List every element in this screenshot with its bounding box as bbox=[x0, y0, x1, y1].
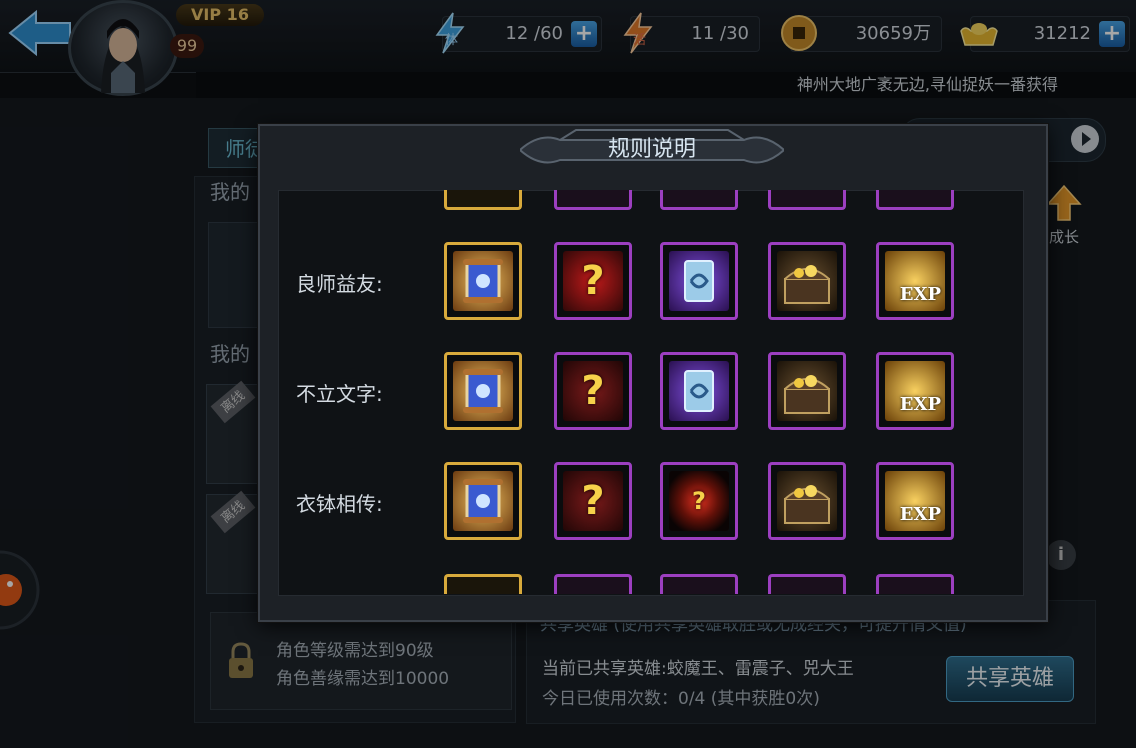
partial-item bbox=[660, 574, 738, 594]
row-label: 不立文字: bbox=[296, 382, 383, 406]
exp-icon: EXP bbox=[885, 361, 945, 421]
mystery-hero-item[interactable]: ? bbox=[554, 462, 632, 540]
exp-icon: EXP bbox=[885, 251, 945, 311]
scroll-item[interactable] bbox=[444, 242, 522, 320]
exp-icon: EXP bbox=[885, 471, 945, 531]
scroll-item[interactable] bbox=[444, 352, 522, 430]
exp-item[interactable]: EXP bbox=[876, 462, 954, 540]
partial-item bbox=[660, 190, 738, 210]
treasure-chest-icon bbox=[777, 251, 837, 311]
scroll-icon bbox=[453, 361, 513, 421]
partial-item bbox=[554, 574, 632, 594]
talisman-icon bbox=[669, 361, 729, 421]
mystery-hero-icon: ? bbox=[563, 471, 623, 531]
scroll-item[interactable] bbox=[444, 462, 522, 540]
mystery-hero-icon: ? bbox=[563, 361, 623, 421]
partial-item bbox=[768, 574, 846, 594]
talisman-item[interactable] bbox=[660, 352, 738, 430]
treasure-chest-item[interactable] bbox=[768, 242, 846, 320]
mystery-hero-icon: ? bbox=[563, 251, 623, 311]
treasure-chest-icon bbox=[777, 361, 837, 421]
exp-item[interactable]: EXP bbox=[876, 242, 954, 320]
row-label: 良师益友: bbox=[296, 272, 383, 296]
treasure-chest-icon bbox=[777, 471, 837, 531]
partial-item bbox=[876, 574, 954, 594]
mystery-hero-item[interactable]: ? bbox=[554, 242, 632, 320]
dialog-title: 规则说明 bbox=[607, 137, 696, 162]
treasure-chest-item[interactable] bbox=[768, 352, 846, 430]
talisman-icon bbox=[669, 251, 729, 311]
partial-item bbox=[444, 574, 522, 594]
partial-item bbox=[444, 190, 522, 210]
treasure-chest-item[interactable] bbox=[768, 462, 846, 540]
exp-item[interactable]: EXP bbox=[876, 352, 954, 430]
mystery-hero-item[interactable]: ? bbox=[554, 352, 632, 430]
mystery-orb-item[interactable]: ? bbox=[660, 462, 738, 540]
partial-item bbox=[876, 190, 954, 210]
partial-item bbox=[768, 190, 846, 210]
scroll-icon bbox=[453, 251, 513, 311]
row-label: 衣钵相传: bbox=[296, 492, 383, 516]
scroll-icon bbox=[453, 471, 513, 531]
talisman-item[interactable] bbox=[660, 242, 738, 320]
mystery-orb-icon: ? bbox=[669, 471, 729, 531]
partial-item bbox=[554, 190, 632, 210]
